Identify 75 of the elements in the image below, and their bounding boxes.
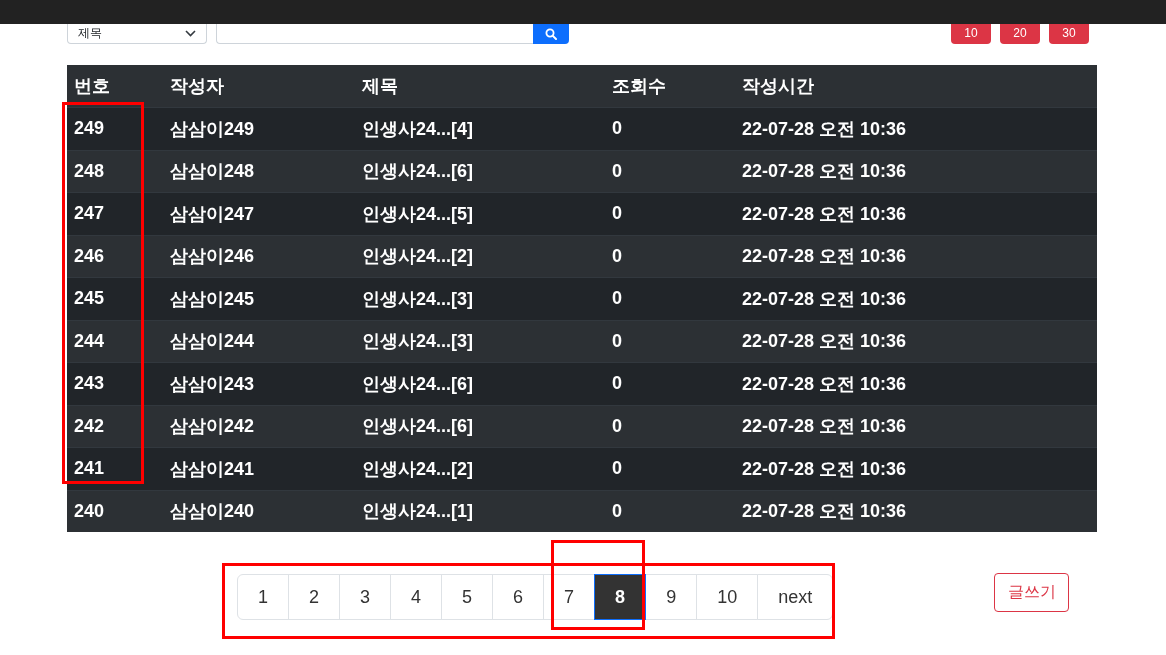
table-cell: 0 [612, 118, 622, 140]
table-cell: 0 [612, 203, 622, 225]
table-cell: 245 [74, 288, 105, 310]
page-button[interactable]: 9 [645, 574, 698, 620]
table-cell-text: 22-07-28 오전 10:36 [742, 287, 907, 311]
table-cell: 241 [74, 458, 105, 480]
table-cell-text: 인생사24...[4] [362, 117, 474, 141]
table-cell: 0 [612, 500, 622, 522]
table-cell-text: 인생사24...[3] [362, 330, 474, 354]
table-cell-text: 22-07-28 오전 10:36 [742, 245, 907, 269]
table-cell: 246 [74, 245, 105, 267]
table-cell-text: 삼삼이247 [170, 202, 255, 226]
page-button[interactable]: 3 [339, 574, 392, 620]
table-cell: 0 [612, 245, 622, 267]
search-button[interactable] [533, 24, 569, 44]
table-cell-text: 삼삼이243 [170, 372, 255, 396]
table-cell: 243 [74, 373, 105, 395]
table-cell-text: 삼삼이240 [170, 500, 255, 524]
table-cell-text: 22-07-28 오전 10:36 [742, 415, 907, 439]
table-cell: 248 [74, 160, 105, 182]
table-cell-text: 삼삼이246 [170, 245, 255, 269]
page-button[interactable]: 10 [696, 574, 759, 620]
table-cell-text: 22-07-28 오전 10:36 [742, 500, 907, 524]
column-header: 제목 [362, 75, 398, 98]
table-cell-text: 인생사24...[1] [362, 500, 474, 524]
table-cell-text: 인생사24...[6] [362, 415, 474, 439]
table-cell-text: 인생사24...[6] [362, 372, 474, 396]
table-cell-text: 인생사24...[2] [362, 245, 474, 269]
table-cell: 0 [612, 458, 622, 480]
table-cell: 249 [74, 118, 105, 140]
page-button[interactable]: 2 [288, 574, 341, 620]
page-size-button[interactable]: 30 [1049, 24, 1089, 44]
page-button[interactable]: 8 [594, 574, 647, 620]
column-header: 작성자 [170, 75, 224, 98]
table-cell-text: 22-07-28 오전 10:36 [742, 202, 907, 226]
table-cell: 0 [612, 373, 622, 395]
table-cell-text: 인생사24...[2] [362, 457, 474, 481]
page-button[interactable]: 5 [441, 574, 494, 620]
table-cell: 0 [612, 415, 622, 437]
table-cell-text: 삼삼이245 [170, 287, 255, 311]
next-page-button[interactable]: next [757, 574, 834, 620]
table-cell: 0 [612, 330, 622, 352]
page-size-button[interactable]: 20 [1000, 24, 1040, 44]
table-cell-text: 삼삼이241 [170, 457, 255, 481]
search-icon [545, 28, 557, 40]
table-cell-text: 22-07-28 오전 10:36 [742, 330, 907, 354]
table-cell-text: 삼삼이244 [170, 330, 255, 354]
page-size-button[interactable]: 10 [951, 24, 991, 44]
column-header: 번호 [74, 75, 110, 98]
table-cell-text: 인생사24...[6] [362, 160, 474, 184]
column-header: 작성시간 [742, 75, 814, 98]
table-cell-text: 22-07-28 오전 10:36 [742, 372, 907, 396]
page-button[interactable]: 7 [543, 574, 596, 620]
table-cell-text: 삼삼이249 [170, 117, 255, 141]
table-cell: 244 [74, 330, 105, 352]
page-button[interactable]: 1 [237, 574, 289, 620]
table-cell-text: 삼삼이248 [170, 160, 255, 184]
table-cell-text: 삼삼이242 [170, 415, 255, 439]
search-field[interactable] [216, 24, 533, 44]
table-cell-text: 인생사24...[3] [362, 287, 474, 311]
search-type-select[interactable]: 제목 [67, 24, 207, 44]
table-cell: 240 [74, 500, 105, 522]
table-cell-text: 22-07-28 오전 10:36 [742, 117, 907, 141]
table-cell-text: 인생사24...[5] [362, 202, 474, 226]
write-button[interactable]: 글쓰기 [994, 573, 1069, 612]
column-header: 조회수 [612, 75, 666, 98]
table-cell: 242 [74, 415, 105, 437]
page-button[interactable]: 6 [492, 574, 545, 620]
table-cell: 0 [612, 288, 622, 310]
table-cell-text: 22-07-28 오전 10:36 [742, 160, 907, 184]
page-button[interactable]: 4 [390, 574, 443, 620]
table-cell: 0 [612, 160, 622, 182]
table-cell-text: 22-07-28 오전 10:36 [742, 457, 907, 481]
chevron-down-icon [185, 30, 196, 37]
table-cell: 247 [74, 203, 105, 225]
